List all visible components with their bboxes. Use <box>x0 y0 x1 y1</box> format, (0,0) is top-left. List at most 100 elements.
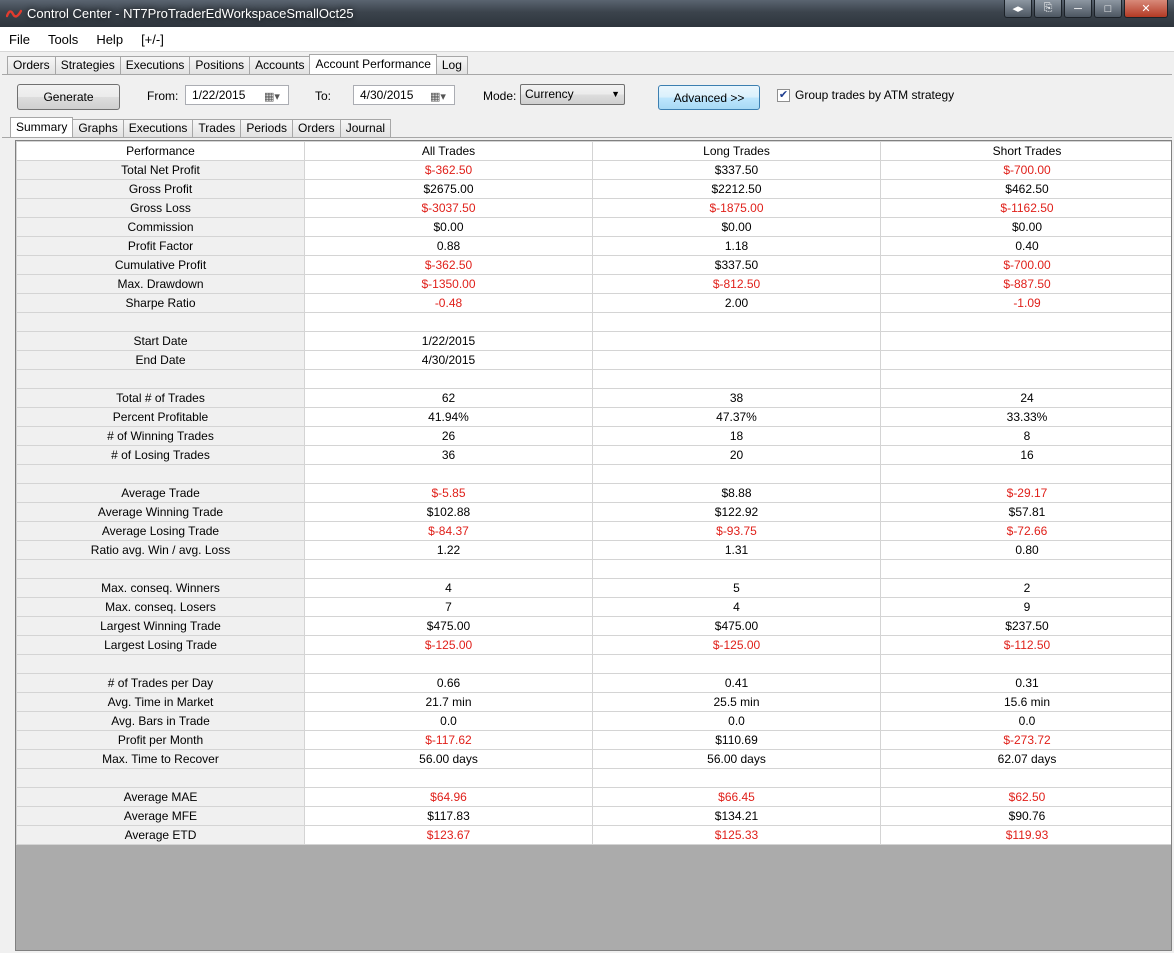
metric-value <box>592 312 881 332</box>
metric-value: 9 <box>880 597 1171 617</box>
workspace-icon[interactable]: ⎘ <box>1034 0 1062 18</box>
table-row[interactable]: Ratio avg. Win / avg. Loss 1.22 1.31 0.80 <box>16 540 1171 560</box>
table-row[interactable]: Average Winning Trade $102.88 $122.92 $57.8… <box>16 502 1171 522</box>
to-label: To: <box>315 89 332 103</box>
column-header-all-trades[interactable]: All Trades <box>304 141 593 161</box>
column-header-short-trades[interactable]: Short Trades <box>880 141 1171 161</box>
tab-orders[interactable]: Orders <box>7 56 56 74</box>
column-header-performance[interactable]: Performance <box>16 141 305 161</box>
table-row[interactable]: Avg. Time in Market 21.7 min 25.5 min 15.6 … <box>16 692 1171 712</box>
table-row[interactable]: Gross Loss $-3037.50 $-1875.00 $-1162.50 <box>16 198 1171 218</box>
table-row[interactable]: Profit Factor 0.88 1.18 0.40 <box>16 236 1171 256</box>
metric-value: $-362.50 <box>304 255 593 275</box>
metric-value: 38 <box>592 388 881 408</box>
metric-value: 41.94% <box>304 407 593 427</box>
table-row[interactable]: Average MFE $117.83 $134.21 $90.76 <box>16 806 1171 826</box>
tab-account-performance[interactable]: Account Performance <box>309 54 437 74</box>
table-row[interactable]: Average MAE $64.96 $66.45 $62.50 <box>16 787 1171 807</box>
link-icon[interactable]: ◂▸ <box>1004 0 1032 18</box>
table-row[interactable]: Profit per Month $-117.62 $110.69 $-273.72 <box>16 730 1171 750</box>
table-row[interactable] <box>16 464 1171 484</box>
tab-executions[interactable]: Executions <box>119 56 191 74</box>
tab-orders-sub[interactable]: Orders <box>292 119 341 137</box>
tab-journal[interactable]: Journal <box>339 119 392 137</box>
table-row[interactable]: # of Trades per Day 0.66 0.41 0.31 <box>16 673 1171 693</box>
tab-periods[interactable]: Periods <box>240 119 293 137</box>
table-row[interactable]: Max. conseq. Winners 4 5 2 <box>16 578 1171 598</box>
table-row[interactable]: Start Date 1/22/2015 <box>16 331 1171 351</box>
metric-value: 24 <box>880 388 1171 408</box>
table-row[interactable]: Commission $0.00 $0.00 $0.00 <box>16 217 1171 237</box>
close-button[interactable]: ✕ <box>1124 0 1168 18</box>
table-row[interactable]: Percent Profitable 41.94% 47.37% 33.33% <box>16 407 1171 427</box>
column-header-long-trades[interactable]: Long Trades <box>592 141 881 161</box>
calendar-dropdown-icon[interactable]: ▦▾ <box>264 88 284 103</box>
metric-value: 7 <box>304 597 593 617</box>
metric-value: $-125.00 <box>304 635 593 655</box>
row-label: Max. Drawdown <box>16 274 305 294</box>
table-row[interactable]: Average ETD $123.67 $125.33 $119.93 <box>16 825 1171 845</box>
tab-positions[interactable]: Positions <box>189 56 251 74</box>
group-trades-checkbox[interactable]: ✔ <box>777 89 790 102</box>
metric-value <box>304 768 593 788</box>
menu-expand-toggle[interactable]: [+/-] <box>141 32 164 47</box>
metric-value <box>880 768 1171 788</box>
metric-value: 56.00 days <box>304 749 593 769</box>
metric-value: $57.81 <box>880 502 1171 522</box>
tab-summary[interactable]: Summary <box>10 117 74 137</box>
tab-strategies[interactable]: Strategies <box>54 56 121 74</box>
metric-value <box>304 654 593 674</box>
title-bar: Control Center - NT7ProTraderEdWorkspace… <box>0 0 1174 27</box>
metric-value: $2212.50 <box>592 179 881 199</box>
maximize-button[interactable]: □ <box>1094 0 1122 18</box>
tab-executions-sub[interactable]: Executions <box>122 119 194 137</box>
table-row[interactable]: Sharpe Ratio -0.48 2.00 -1.09 <box>16 293 1171 313</box>
table-row[interactable]: Average Losing Trade $-84.37 $-93.75 $-72.6… <box>16 521 1171 541</box>
row-label: # of Trades per Day <box>16 673 305 693</box>
metric-value: $0.00 <box>592 217 881 237</box>
table-row[interactable]: Max. conseq. Losers 7 4 9 <box>16 597 1171 617</box>
row-label: Max. Time to Recover <box>16 749 305 769</box>
advanced-button[interactable]: Advanced >> <box>658 85 760 110</box>
tab-log[interactable]: Log <box>435 56 468 74</box>
table-row[interactable]: Largest Losing Trade $-125.00 $-125.00 $-11… <box>16 635 1171 655</box>
table-row[interactable] <box>16 768 1171 788</box>
tab-trades[interactable]: Trades <box>192 119 242 137</box>
table-row[interactable]: End Date 4/30/2015 <box>16 350 1171 370</box>
to-date-picker[interactable]: 4/30/2015 ▦▾ <box>353 85 455 105</box>
metric-value: 0.66 <box>304 673 593 693</box>
menu-help[interactable]: Help <box>96 32 123 47</box>
table-row[interactable]: Largest Winning Trade $475.00 $475.00 $237.… <box>16 616 1171 636</box>
metric-value <box>304 559 593 579</box>
table-row[interactable]: Gross Profit $2675.00 $2212.50 $462.50 <box>16 179 1171 199</box>
metric-value: $119.93 <box>880 825 1171 845</box>
from-date-picker[interactable]: 1/22/2015 ▦▾ <box>185 85 289 105</box>
table-row[interactable]: Total # of Trades 62 38 24 <box>16 388 1171 408</box>
minimize-button[interactable]: ─ <box>1064 0 1092 18</box>
table-row[interactable]: # of Winning Trades 26 18 8 <box>16 426 1171 446</box>
calendar-dropdown-icon[interactable]: ▦▾ <box>430 88 450 103</box>
table-row[interactable] <box>16 369 1171 389</box>
table-row[interactable] <box>16 312 1171 332</box>
table-row[interactable] <box>16 559 1171 579</box>
menu-tools[interactable]: Tools <box>48 32 78 47</box>
table-row[interactable]: Max. Drawdown $-1350.00 $-812.50 $-887.50 <box>16 274 1171 294</box>
window-controls: ◂▸ ⎘ ─ □ ✕ <box>1004 0 1168 18</box>
menu-file[interactable]: File <box>9 32 30 47</box>
table-row[interactable]: Cumulative Profit $-362.50 $337.50 $-700.00 <box>16 255 1171 275</box>
table-row[interactable]: Total Net Profit $-362.50 $337.50 $-700.00 <box>16 160 1171 180</box>
table-row[interactable]: Avg. Bars in Trade 0.0 0.0 0.0 <box>16 711 1171 731</box>
mode-select[interactable]: Currency ▼ <box>520 84 625 105</box>
tab-accounts[interactable]: Accounts <box>249 56 311 74</box>
metric-value <box>304 312 593 332</box>
table-row[interactable]: Average Trade $-5.85 $8.88 $-29.17 <box>16 483 1171 503</box>
table-row[interactable]: # of Losing Trades 36 20 16 <box>16 445 1171 465</box>
metric-value: $117.83 <box>304 806 593 826</box>
performance-grid[interactable]: Performance All Trades Long Trades Short… <box>15 140 1172 951</box>
table-row[interactable]: Max. Time to Recover 56.00 days 56.00 days… <box>16 749 1171 769</box>
metric-value: $-117.62 <box>304 730 593 750</box>
generate-button[interactable]: Generate <box>17 84 120 110</box>
tab-graphs[interactable]: Graphs <box>72 119 124 137</box>
table-row[interactable] <box>16 654 1171 674</box>
row-label: Ratio avg. Win / avg. Loss <box>16 540 305 560</box>
